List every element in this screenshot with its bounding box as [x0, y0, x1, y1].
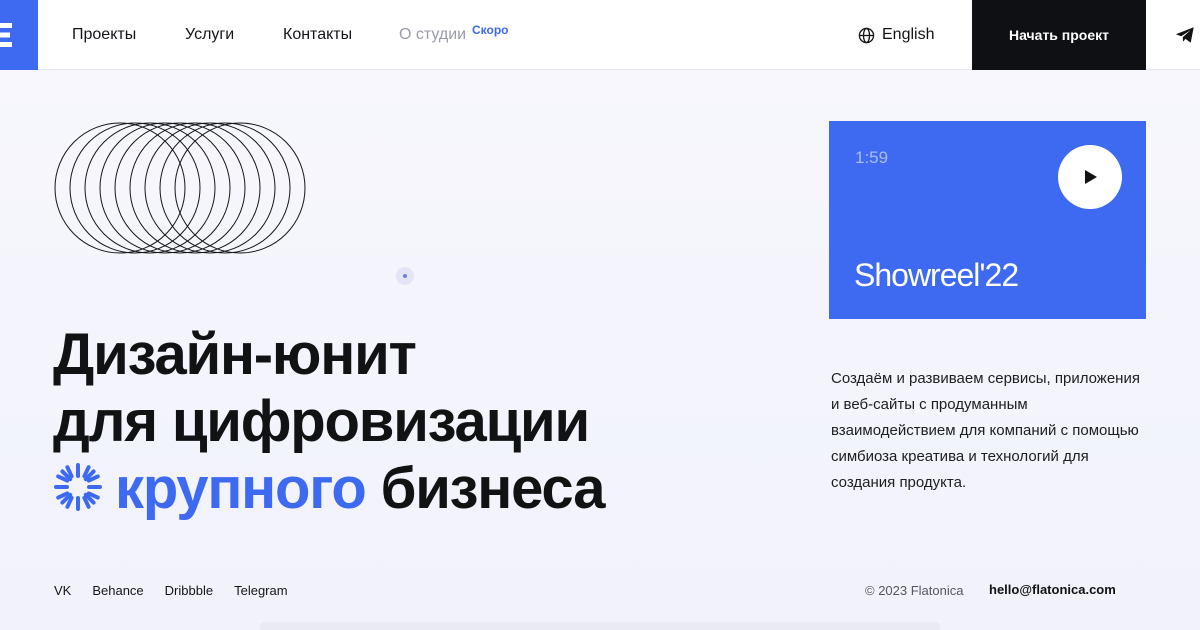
social-link-telegram[interactable]: Telegram: [234, 583, 287, 598]
telegram-header-link[interactable]: [1174, 24, 1196, 46]
soon-badge: Скоро: [472, 23, 509, 37]
loader-burst-icon: [54, 463, 102, 511]
headline-accent-word: крупного: [115, 456, 367, 521]
copyright: © 2023 Flatonica: [865, 583, 964, 598]
nav-about-studio: О студии: [399, 26, 467, 43]
showreel-card[interactable]: 1:59 Showreel'22: [829, 121, 1146, 319]
logo[interactable]: [0, 0, 38, 70]
headline-line-1: Дизайн-юнит: [53, 322, 417, 387]
social-link-dribbble[interactable]: Dribbble: [165, 583, 213, 598]
headline-last-word: бизнеса: [380, 456, 606, 521]
telegram-icon: [1175, 27, 1194, 43]
concentric-rings-icon: [54, 122, 306, 254]
contact-email-link[interactable]: hello@flatonica.com: [989, 582, 1116, 597]
globe-icon: [858, 27, 875, 43]
nav-contacts[interactable]: Контакты: [283, 26, 352, 44]
start-project-button[interactable]: Начать проект: [972, 0, 1146, 70]
hero-description: Создаём и развиваем сервисы, приложения …: [831, 370, 1140, 491]
bottom-panel-edge: [260, 622, 940, 630]
hero-headline: Дизайн-юнит для цифровизации крупного би…: [53, 321, 606, 522]
social-links: VK Behance Dribbble Telegram: [54, 583, 288, 598]
nav-projects[interactable]: Проекты: [72, 26, 136, 44]
site-header: Проекты Услуги Контакты О студии Скоро E…: [0, 0, 1200, 70]
play-button[interactable]: [1058, 145, 1122, 209]
language-label: English: [882, 26, 935, 43]
showreel-duration: 1:59: [855, 148, 889, 167]
cursor-dot: [396, 267, 414, 285]
headline-line-3: крупного бизнеса: [53, 455, 606, 522]
play-icon: [1085, 170, 1097, 184]
nav-services[interactable]: Услуги: [185, 26, 234, 44]
showreel-title: Showreel'22: [854, 257, 1019, 293]
headline-line-2: для цифровизации: [53, 389, 590, 454]
flatonica-logo-icon: [0, 23, 12, 47]
social-link-vk[interactable]: VK: [54, 583, 71, 598]
language-switcher[interactable]: English: [858, 25, 934, 45]
social-link-behance[interactable]: Behance: [92, 583, 143, 598]
